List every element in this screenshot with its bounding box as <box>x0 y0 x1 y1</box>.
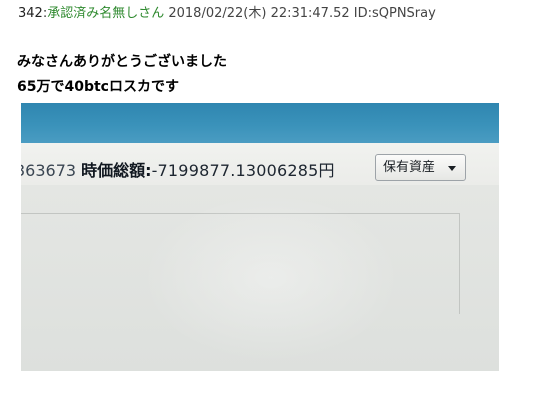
post-body: みなさんありがとうございました 65万で40btcロスカです <box>17 50 227 100</box>
post-line: みなさんありがとうございました <box>17 54 227 70</box>
post-header: 342:承認済み名無しさん 2018/02/22(木) 22:31:47.52 … <box>18 5 436 22</box>
total-value-label: 時価総額: <box>81 161 152 180</box>
post-line: 65万で40btcロスカです <box>17 79 179 95</box>
value-id-fragment: 363673 <box>21 161 77 180</box>
asset-dropdown-label: 保有資産 <box>383 160 436 175</box>
photo-glare <box>141 193 401 363</box>
market-value-readout: 363673 時価総額:-7199877.13006285円 <box>21 161 335 181</box>
poster-name: 承認済み名無しさん <box>47 6 165 21</box>
caret-down-icon <box>448 166 456 171</box>
post-meta: 2018/02/22(木) 22:31:47.52 ID:sQPNSray <box>164 6 436 21</box>
screen-header-bar <box>21 103 499 143</box>
attached-photo[interactable]: 363673 時価総額:-7199877.13006285円 保有資産 <box>21 103 499 371</box>
post-number[interactable]: 342 <box>18 6 43 21</box>
asset-dropdown-button[interactable]: 保有資産 <box>375 154 466 181</box>
total-value: -7199877.13006285円 <box>151 161 335 180</box>
